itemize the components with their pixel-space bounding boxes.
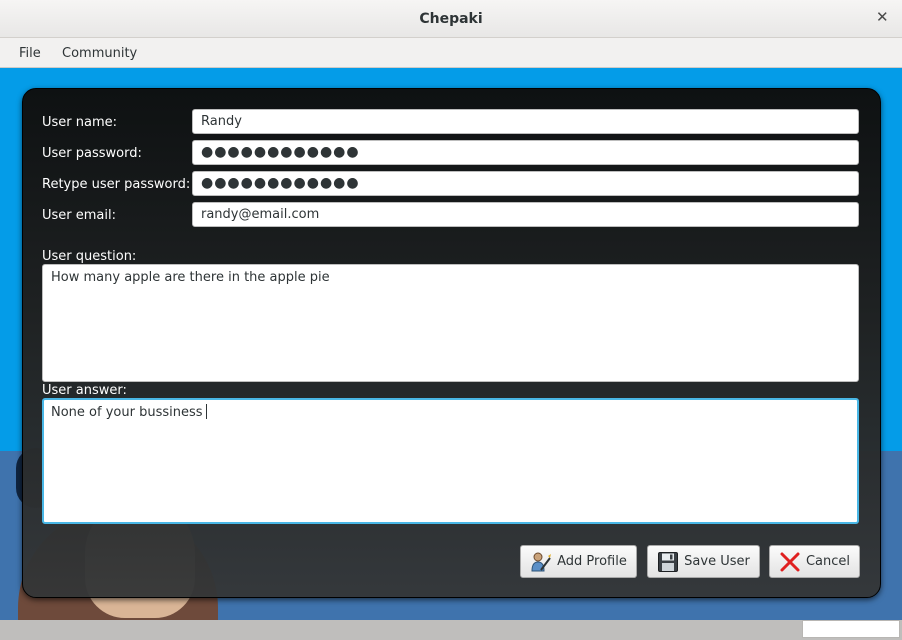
bottom-bar [0,620,902,640]
text-caret [205,404,207,419]
red-x-icon [780,552,800,571]
add-profile-button[interactable]: Add Profile [520,545,637,578]
user-question-textarea[interactable]: How many apple are there in the apple pi… [42,264,859,382]
user-name-label: User name: [42,115,118,130]
add-profile-icon [531,552,552,571]
add-profile-label: Add Profile [557,554,627,569]
user-question-label: User question: [42,249,137,264]
user-answer-text: None of your bussiness [51,405,203,420]
menu-bar: File Community [0,38,902,68]
user-email-label: User email: [42,208,116,223]
user-email-input[interactable]: randy@email.com [192,202,859,227]
floppy-disk-icon [658,551,679,572]
window-title: Chepaki [419,11,483,27]
bottom-field[interactable] [802,620,900,638]
user-form-panel: User name: Randy User password: ●●●●●●●●… [22,88,881,598]
user-password-input[interactable]: ●●●●●●●●●●●● [192,140,859,165]
cancel-button[interactable]: Cancel [769,545,860,578]
user-answer-textarea[interactable]: None of your bussiness [42,398,859,524]
save-user-label: Save User [684,554,750,569]
menu-file[interactable]: File [19,46,41,61]
window-titlebar: Chepaki ✕ [0,0,902,38]
user-password-label: User password: [42,146,142,161]
user-name-input[interactable]: Randy [192,109,859,134]
retype-password-input[interactable]: ●●●●●●●●●●●● [192,171,859,196]
close-icon[interactable]: ✕ [876,10,889,25]
cancel-label: Cancel [805,554,851,569]
user-answer-label: User answer: [42,383,127,398]
menu-community[interactable]: Community [62,46,137,61]
save-user-button[interactable]: Save User [647,545,760,578]
retype-password-label: Retype user password: [42,177,191,192]
